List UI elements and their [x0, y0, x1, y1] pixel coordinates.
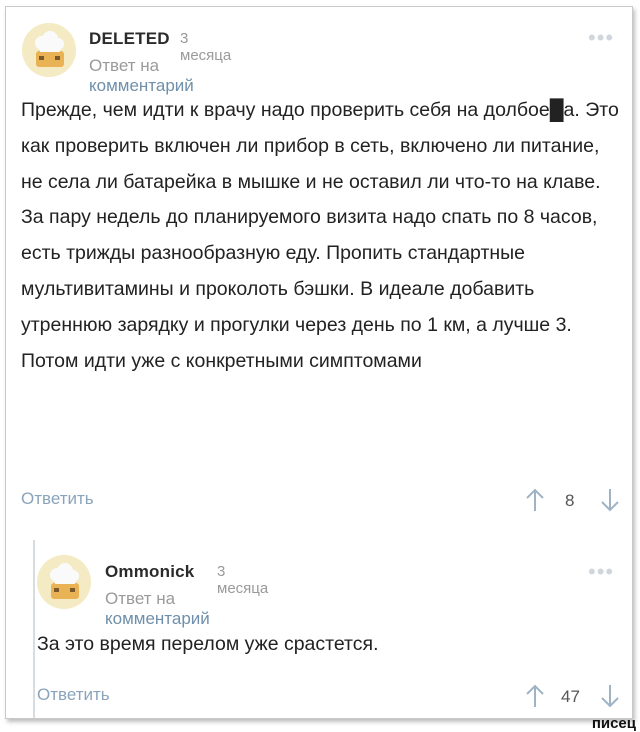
- comments-panel: DELETED 3 месяца Ответ на комментарий ••…: [5, 6, 633, 719]
- comment-body: Прежде, чем идти к врачу надо проверить …: [21, 99, 619, 372]
- avatar[interactable]: [37, 555, 91, 609]
- arrow-up-icon[interactable]: [525, 488, 545, 512]
- vote-score: 47: [561, 687, 580, 706]
- comment-body: За это время перелом уже срастется.: [37, 633, 379, 655]
- chef-toast-avatar-icon: [22, 23, 76, 77]
- arrow-down-icon[interactable]: [600, 488, 620, 512]
- comment-author[interactable]: DELETED: [89, 29, 170, 49]
- thread-line: [33, 540, 35, 718]
- reply-prefix: Ответ на: [105, 589, 176, 608]
- comment-time: 3 месяца: [217, 563, 269, 597]
- reply-button[interactable]: Ответить: [21, 489, 94, 509]
- comment-author[interactable]: Ommonick: [105, 562, 194, 582]
- reply-prefix: Ответ на: [89, 56, 160, 75]
- arrow-down-icon[interactable]: [600, 684, 620, 708]
- more-dots-icon[interactable]: •••: [588, 561, 614, 583]
- vote-score: 8: [565, 491, 575, 510]
- avatar[interactable]: [22, 23, 76, 77]
- chef-toast-avatar-icon: [37, 555, 91, 609]
- reply-button[interactable]: Ответить: [37, 685, 110, 705]
- more-dots-icon[interactable]: •••: [588, 27, 614, 49]
- reply-to-line: Ответ на комментарий: [105, 589, 210, 629]
- reply-link[interactable]: комментарий: [105, 609, 210, 628]
- site-watermark: писец: [591, 715, 636, 732]
- arrow-up-icon[interactable]: [525, 684, 545, 708]
- reply-to-line: Ответ на комментарий: [89, 56, 194, 96]
